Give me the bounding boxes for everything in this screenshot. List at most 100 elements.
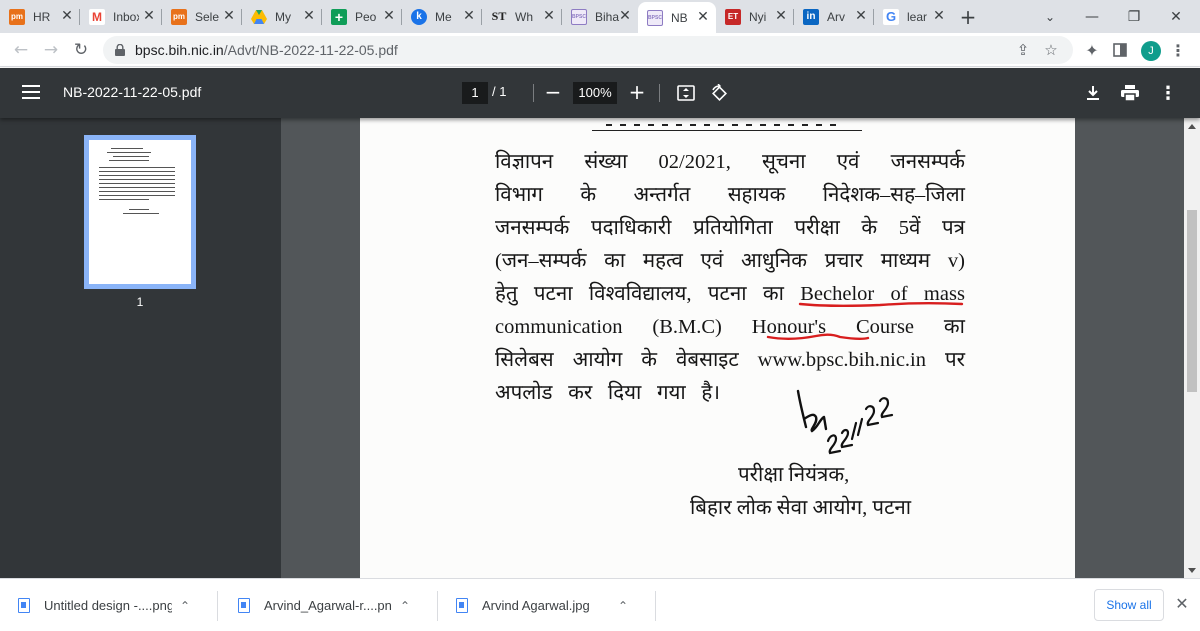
tab-wh[interactable]: ST Wh ✕ xyxy=(482,0,562,33)
fit-to-page-icon[interactable] xyxy=(674,81,698,105)
downloads-bar: Untitled design -....png ⌃ Arvind_Agarwa… xyxy=(0,578,1200,631)
tab-title: NB xyxy=(671,10,688,25)
bpsc-icon: BPSC xyxy=(647,9,663,26)
extensions-puzzle-icon[interactable]: ✦ xyxy=(1082,40,1102,60)
page-thumbnail[interactable] xyxy=(84,135,196,289)
zoom-level-input[interactable]: 100% xyxy=(573,82,617,104)
scroll-up-icon[interactable] xyxy=(1188,124,1196,129)
tab-title: Me xyxy=(435,9,452,24)
download-icon[interactable] xyxy=(1081,81,1105,105)
scroll-down-icon[interactable] xyxy=(1188,568,1196,573)
browser-toolbar: ← → ↻ bpsc.bih.nic.in/Advt/NB-2022-11-22… xyxy=(0,33,1200,67)
close-tab-icon[interactable]: ✕ xyxy=(222,8,236,24)
gmail-icon: M xyxy=(89,8,105,25)
close-tab-icon[interactable]: ✕ xyxy=(854,8,868,24)
thumbnail-page-preview xyxy=(89,140,191,284)
side-panel-icon[interactable] xyxy=(1110,40,1130,60)
restore-icon[interactable]: ❐ xyxy=(1111,0,1157,33)
tab-nyi[interactable]: ET Nyi ✕ xyxy=(716,0,794,33)
page-number-input[interactable]: 1 xyxy=(462,82,488,104)
download-item[interactable]: Untitled design -....png ⌃ xyxy=(0,579,218,631)
pm-icon: pm xyxy=(9,8,25,25)
show-all-button[interactable]: Show all xyxy=(1094,589,1164,621)
close-tab-icon[interactable]: ✕ xyxy=(696,9,710,25)
close-tab-icon[interactable]: ✕ xyxy=(774,8,788,24)
toolbar-divider xyxy=(533,84,534,102)
google-icon: G xyxy=(883,8,899,25)
close-tab-icon[interactable]: ✕ xyxy=(542,8,556,24)
forward-icon[interactable]: → xyxy=(38,37,64,63)
close-tab-icon[interactable]: ✕ xyxy=(302,8,316,24)
close-window-icon[interactable]: ✕ xyxy=(1153,0,1199,33)
tab-title: Sele xyxy=(195,9,220,24)
address-bar[interactable]: bpsc.bih.nic.in/Advt/NB-2022-11-22-05.pd… xyxy=(103,36,1073,64)
chrome-menu-icon[interactable]: ⋮ xyxy=(1168,40,1188,60)
signatory-organization: बिहार लोक सेवा आयोग, पटना xyxy=(690,497,912,519)
tab-title: Inbox xyxy=(113,9,139,24)
tab-title: My xyxy=(275,9,291,24)
pdf-toolbar: NB-2022-11-22-05.pdf 1 / 1 − 100% + ⋮ xyxy=(0,68,1200,118)
reload-icon[interactable]: ↻ xyxy=(68,37,94,63)
tab-title: Peo xyxy=(355,9,377,24)
tab-sele[interactable]: pm Sele ✕ xyxy=(162,0,242,33)
pdf-viewer[interactable]: विज्ञापन संख्या 02/2021, सूचना एवं जनसम्… xyxy=(281,118,1184,578)
linkedin-icon: in xyxy=(803,8,819,25)
st-icon: ST xyxy=(491,9,507,23)
zoom-out-icon[interactable]: − xyxy=(541,80,565,104)
scrollbar-thumb[interactable] xyxy=(1187,210,1197,392)
close-tab-icon[interactable]: ✕ xyxy=(382,8,396,24)
close-tab-icon[interactable]: ✕ xyxy=(932,8,946,24)
image-file-icon xyxy=(238,598,250,613)
tab-hr[interactable]: pm HR ✕ xyxy=(0,0,80,33)
download-item[interactable]: Arvind_Agarwal-r....png ⌃ xyxy=(220,579,438,631)
bookmark-star-icon[interactable]: ☆ xyxy=(1043,41,1059,59)
tab-me[interactable]: k Me ✕ xyxy=(402,0,482,33)
download-item[interactable]: Arvind Agarwal.jpg ⌃ xyxy=(438,579,656,631)
pdf-page: विज्ञापन संख्या 02/2021, सूचना एवं जनसम्… xyxy=(360,118,1075,578)
chevron-up-icon[interactable]: ⌃ xyxy=(400,599,410,613)
print-icon[interactable] xyxy=(1118,81,1142,105)
close-tab-icon[interactable]: ✕ xyxy=(60,8,74,24)
close-tab-icon[interactable]: ✕ xyxy=(142,8,156,24)
profile-avatar[interactable]: J xyxy=(1141,41,1161,61)
back-icon[interactable]: ← xyxy=(8,37,34,63)
close-downloads-icon[interactable]: ✕ xyxy=(1174,594,1190,613)
tab-title: Arv xyxy=(827,9,845,24)
tab-my-drive[interactable]: My ✕ xyxy=(242,0,322,33)
page-total: / 1 xyxy=(492,84,507,99)
tab-search-chevron-icon[interactable]: ⌄ xyxy=(1027,0,1073,33)
zoom-in-icon[interactable]: + xyxy=(625,80,649,104)
close-tab-icon[interactable]: ✕ xyxy=(618,8,632,24)
toolbar-divider xyxy=(659,84,660,102)
chevron-up-icon[interactable]: ⌃ xyxy=(180,599,190,613)
more-actions-icon[interactable]: ⋮ xyxy=(1156,81,1180,105)
chevron-up-icon[interactable]: ⌃ xyxy=(618,599,628,613)
tab-strip: pm HR ✕ M Inbox ✕ pm Sele ✕ My ✕ + Peo ✕… xyxy=(0,0,1200,33)
share-icon[interactable]: ⇪ xyxy=(1015,41,1031,59)
tab-learn[interactable]: G lear ✕ xyxy=(874,0,952,33)
signatory-title: परीक्षा नियंत्रक, xyxy=(738,464,850,486)
et-icon: ET xyxy=(725,8,741,25)
bpsc-icon: BPSC xyxy=(571,8,587,25)
image-file-icon xyxy=(456,598,468,613)
tab-arv[interactable]: in Arv ✕ xyxy=(794,0,874,33)
lock-icon[interactable] xyxy=(115,44,125,56)
handwritten-signature xyxy=(796,389,894,455)
rotate-icon[interactable] xyxy=(707,81,731,105)
tab-nb-active[interactable]: BPSC NB ✕ xyxy=(638,2,716,33)
sheets-plus-icon: + xyxy=(331,8,347,25)
viewer-scrollbar[interactable] xyxy=(1184,118,1200,578)
tab-bihar[interactable]: BPSC Biha ✕ xyxy=(562,0,638,33)
tab-inbox[interactable]: M Inbox ✕ xyxy=(80,0,162,33)
download-file-name: Arvind_Agarwal-r....png xyxy=(264,598,392,613)
new-tab-button[interactable]: + xyxy=(956,5,980,29)
drive-icon xyxy=(251,9,267,25)
tab-title: HR xyxy=(33,9,51,24)
hamburger-menu-icon[interactable] xyxy=(22,85,40,99)
close-tab-icon[interactable]: ✕ xyxy=(462,8,476,24)
download-file-name: Untitled design -....png xyxy=(44,598,172,613)
tab-title: Wh xyxy=(515,9,533,24)
minimize-icon[interactable]: — xyxy=(1069,0,1115,33)
pm-icon: pm xyxy=(171,8,187,25)
tab-people[interactable]: + Peo ✕ xyxy=(322,0,402,33)
